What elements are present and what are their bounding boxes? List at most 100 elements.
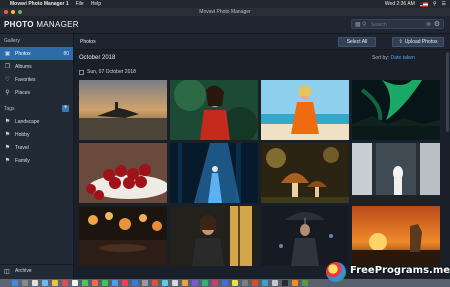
select-all-button[interactable]: Select All xyxy=(338,37,376,47)
zoom-window-icon[interactable] xyxy=(18,10,22,14)
watermark-logo-icon xyxy=(326,262,346,282)
dock-app-icon[interactable] xyxy=(282,280,288,286)
sidebar-item-albums[interactable]: ❐ Albums xyxy=(0,60,73,73)
photo-thumbnail-aurora[interactable] xyxy=(352,80,440,140)
photo-thumbnail-dog-sunset[interactable] xyxy=(352,206,440,266)
add-tag-button[interactable]: + xyxy=(62,105,69,112)
system-preferences-icon[interactable] xyxy=(142,280,148,286)
maps-icon[interactable] xyxy=(82,280,88,286)
dock-app-icon[interactable] xyxy=(212,280,218,286)
photo-thumbnail-mushrooms[interactable] xyxy=(261,143,349,203)
sidebar-item-label: Landscape xyxy=(15,118,40,125)
movavi-app-icon[interactable] xyxy=(152,280,158,286)
dock-app-icon[interactable] xyxy=(292,280,298,286)
mail-icon[interactable] xyxy=(42,280,48,286)
dock-app-icon[interactable] xyxy=(302,280,308,286)
search-input[interactable] xyxy=(371,21,426,28)
sort-by-control[interactable]: Sort by: Date taken xyxy=(372,55,415,61)
sidebar-item-label: Albums xyxy=(15,63,32,70)
photo-thumbnail-umbrella-man[interactable] xyxy=(261,206,349,266)
sidebar-item-archive[interactable]: ◫ Archive xyxy=(0,264,74,277)
sidebar-item-favorites[interactable]: ♡ Favorites xyxy=(0,73,73,86)
launchpad-icon[interactable] xyxy=(22,280,28,286)
sidebar-tag-travel[interactable]: ⚑ Travel xyxy=(0,141,73,154)
minimize-window-icon[interactable] xyxy=(11,10,15,14)
dock-app-icon[interactable] xyxy=(272,280,278,286)
sidebar: Gallery ▣ Photos 80 ❐ Albums ♡ Favorites… xyxy=(0,34,74,287)
menubar-status: Wed 2:36 AM ⚲ ☰ xyxy=(385,1,446,7)
sidebar-tags-heading: Tags + xyxy=(0,102,73,115)
messages-icon[interactable] xyxy=(102,280,108,286)
photo-thumbnail-lights[interactable] xyxy=(79,206,167,266)
screen: Movavi Photo Manager 1 File Help Wed 2:3… xyxy=(0,0,450,287)
search-box: ▦ ⚲ ⊗ ⚙ xyxy=(351,19,444,29)
photo-thumbnail-woman-red-dress[interactable] xyxy=(170,80,258,140)
photos-app-icon[interactable] xyxy=(92,280,98,286)
album-icon: ❐ xyxy=(4,64,11,70)
window-title: Movavi Photo Manager xyxy=(199,9,251,15)
sidebar-item-label: Archive xyxy=(15,268,32,274)
photo-thumbnail-boat[interactable] xyxy=(79,80,167,140)
spotlight-icon[interactable]: ⚲ xyxy=(433,1,437,7)
upload-photos-button[interactable]: ⇧ Upload Photos xyxy=(392,37,444,47)
photo-thumbnail-blue-forest[interactable] xyxy=(170,143,258,203)
archive-icon: ◫ xyxy=(4,268,10,275)
photos-count: 80 xyxy=(63,50,69,57)
search-scope-icon[interactable]: ▦ xyxy=(355,21,361,28)
sidebar-item-label: Favorites xyxy=(15,76,36,83)
dock-app-icon[interactable] xyxy=(172,280,178,286)
logo-bold: PHOTO xyxy=(4,20,34,29)
tag-icon: ⚑ xyxy=(4,145,11,151)
photo-thumbnail-beach[interactable] xyxy=(261,80,349,140)
dock-app-icon[interactable] xyxy=(222,280,228,286)
photo-icon: ▣ xyxy=(4,51,11,57)
notes-icon[interactable] xyxy=(52,280,58,286)
app-store-icon[interactable] xyxy=(132,280,138,286)
photo-thumbnail-cherries[interactable] xyxy=(79,143,167,203)
sidebar-item-places[interactable]: ⚲ Places xyxy=(0,86,73,99)
dock-app-icon[interactable] xyxy=(232,280,238,286)
music-icon[interactable] xyxy=(122,280,128,286)
dock-app-icon[interactable] xyxy=(252,280,258,286)
menu-list-icon[interactable]: ☰ xyxy=(442,1,446,7)
sidebar-item-photos[interactable]: ▣ Photos 80 xyxy=(0,47,73,60)
sort-value[interactable]: Date taken xyxy=(391,55,415,61)
close-window-icon[interactable] xyxy=(4,10,8,14)
menu-app-name[interactable]: Movavi Photo Manager 1 xyxy=(10,1,69,7)
sidebar-gallery-heading: Gallery xyxy=(4,38,20,44)
facetime-icon[interactable] xyxy=(112,280,118,286)
sidebar-tag-family[interactable]: ⚑ Family xyxy=(0,154,73,167)
dock-app-icon[interactable] xyxy=(202,280,208,286)
safari-icon[interactable] xyxy=(32,280,38,286)
upload-icon: ⇧ xyxy=(398,39,403,45)
calendar-icon[interactable] xyxy=(62,280,68,286)
dock-app-icon[interactable] xyxy=(182,280,188,286)
select-day-checkbox[interactable] xyxy=(79,69,84,75)
finder-icon[interactable] xyxy=(12,280,18,286)
dock-app-icon[interactable] xyxy=(192,280,198,286)
dock-app-icon[interactable] xyxy=(162,280,168,286)
scrollbar[interactable] xyxy=(446,52,449,132)
sidebar-tag-landscape[interactable]: ⚑ Landscape xyxy=(0,115,73,128)
month-heading: October 2018 xyxy=(79,55,116,61)
gear-icon[interactable]: ⚙ xyxy=(434,20,440,28)
reminders-icon[interactable] xyxy=(72,280,78,286)
dock-app-icon[interactable] xyxy=(262,280,268,286)
upload-label: Upload Photos xyxy=(404,39,438,45)
us-flag-icon[interactable] xyxy=(419,1,428,7)
photo-thumbnail-woman-window[interactable] xyxy=(170,206,258,266)
search-icon: ⚲ xyxy=(362,22,367,28)
sidebar-item-label: Places xyxy=(15,89,31,96)
dock-app-icon[interactable] xyxy=(242,280,248,286)
menu-file[interactable]: File xyxy=(76,1,84,7)
tag-icon: ⚑ xyxy=(4,132,11,138)
photo-grid xyxy=(79,80,445,287)
sidebar-item-label: Photos xyxy=(15,50,31,57)
main-toolbar: Photos Select All ⇧ Upload Photos xyxy=(74,34,450,50)
window-controls xyxy=(4,10,22,14)
clear-search-icon[interactable]: ⊗ xyxy=(426,21,431,28)
photo-thumbnail-waterfall-dog[interactable] xyxy=(352,143,440,203)
clock-text[interactable]: Wed 2:36 AM xyxy=(385,1,415,7)
menu-help[interactable]: Help xyxy=(91,1,101,7)
sidebar-tag-hobby[interactable]: ⚑ Hobby xyxy=(0,128,73,141)
